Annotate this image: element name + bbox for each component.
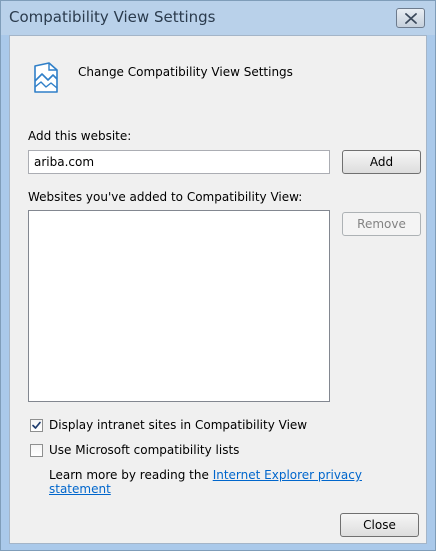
added-websites-label: Websites you've added to Compatibility V… (28, 190, 303, 204)
ms-lists-checkbox[interactable] (30, 444, 43, 457)
add-button[interactable]: Add (342, 150, 421, 174)
close-button[interactable]: Close (340, 513, 419, 537)
close-icon (404, 12, 417, 24)
dialog-body: Change Compatibility View Settings Add t… (9, 35, 427, 544)
remove-button[interactable]: Remove (342, 212, 421, 236)
added-websites-list[interactable] (28, 210, 330, 402)
compatibility-view-dialog: Compatibility View Settings Change Compa… (0, 0, 436, 551)
learn-more-text: Learn more by reading the Internet Explo… (49, 468, 426, 496)
compatibility-view-icon (34, 62, 58, 93)
window-close-button[interactable] (396, 8, 425, 28)
add-website-input[interactable]: ariba.com (28, 150, 330, 174)
header-text: Change Compatibility View Settings (78, 65, 293, 79)
ms-lists-checkbox-label[interactable]: Use Microsoft compatibility lists (49, 443, 239, 457)
add-website-label: Add this website: (28, 129, 132, 143)
title-bar[interactable]: Compatibility View Settings (1, 1, 435, 35)
window-title: Compatibility View Settings (9, 8, 216, 26)
intranet-checkbox-label[interactable]: Display intranet sites in Compatibility … (49, 418, 307, 432)
learn-more-prefix: Learn more by reading the (49, 468, 213, 482)
checkmark-icon (32, 421, 41, 429)
intranet-checkbox[interactable] (30, 419, 43, 432)
